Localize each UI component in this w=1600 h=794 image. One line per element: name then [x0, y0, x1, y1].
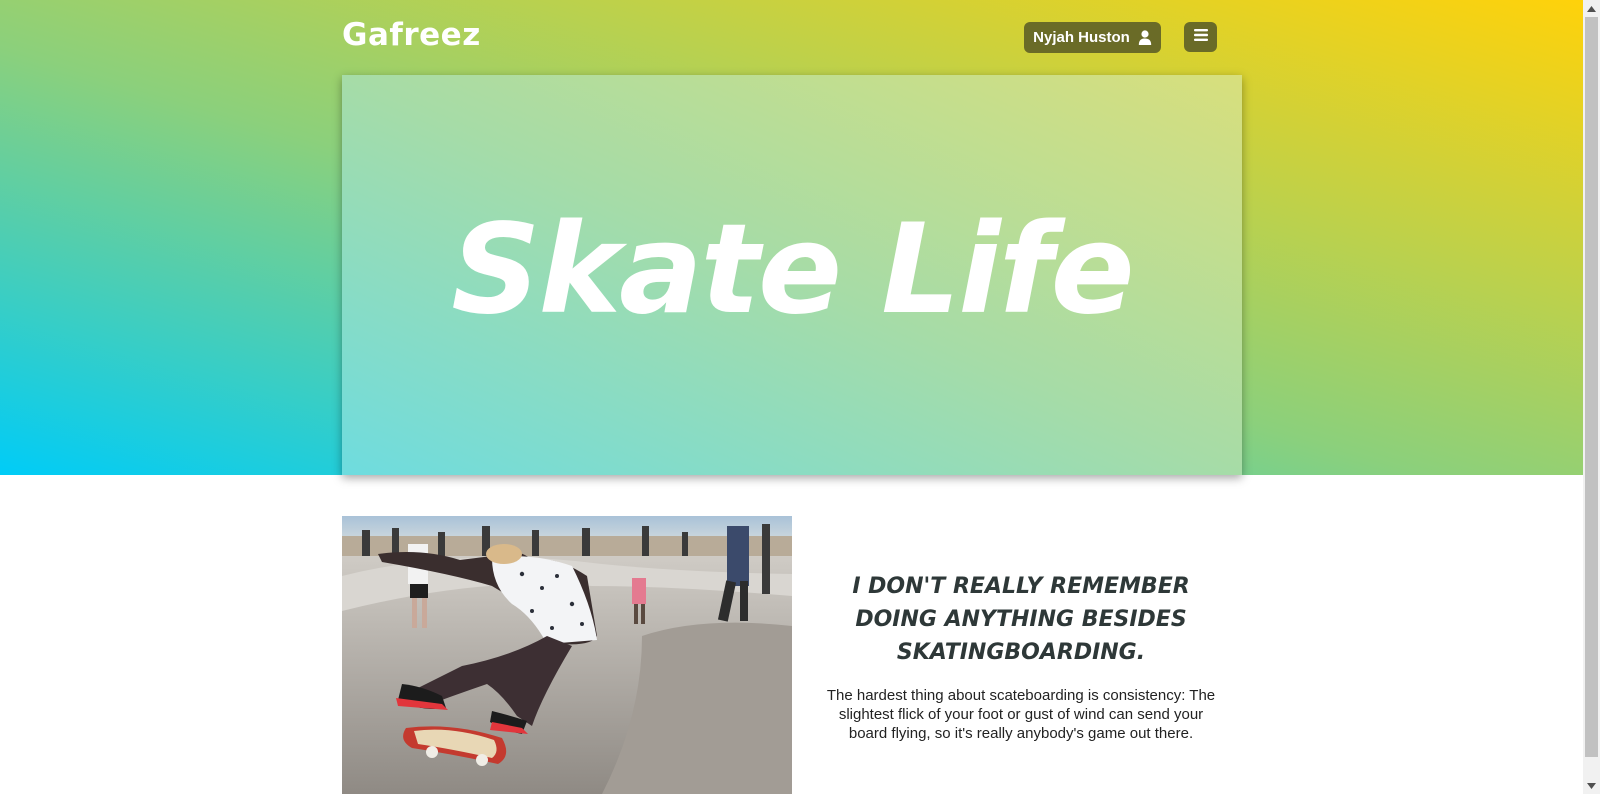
- user-name-label: Nyjah Huston: [1033, 29, 1130, 46]
- quote-heading: I DON'T REALLY REMEMBER DOING ANYTHING B…: [852, 574, 1190, 665]
- brand-logo[interactable]: Gafreez: [342, 17, 481, 53]
- page: Gafreez Nyjah Huston Skate Life I DON'T …: [0, 0, 1583, 794]
- vertical-scrollbar[interactable]: [1583, 0, 1600, 794]
- hero-title: Skate Life: [451, 198, 1135, 342]
- scroll-up-arrow-icon[interactable]: [1583, 0, 1600, 17]
- quote-section: I DON'T REALLY REMEMBER DOING ANYTHING B…: [820, 570, 1222, 743]
- menu-button[interactable]: [1184, 22, 1217, 52]
- hamburger-menu-icon: [1193, 28, 1208, 46]
- user-account-button[interactable]: Nyjah Huston: [1024, 22, 1161, 53]
- scroll-down-arrow-icon[interactable]: [1583, 777, 1600, 794]
- user-icon: [1138, 30, 1152, 45]
- scrollbar-thumb[interactable]: [1585, 17, 1598, 757]
- hero-card: Skate Life: [342, 75, 1242, 475]
- skateboarder-photo: [342, 516, 792, 794]
- quote-text: The hardest thing about scateboarding is…: [826, 687, 1216, 742]
